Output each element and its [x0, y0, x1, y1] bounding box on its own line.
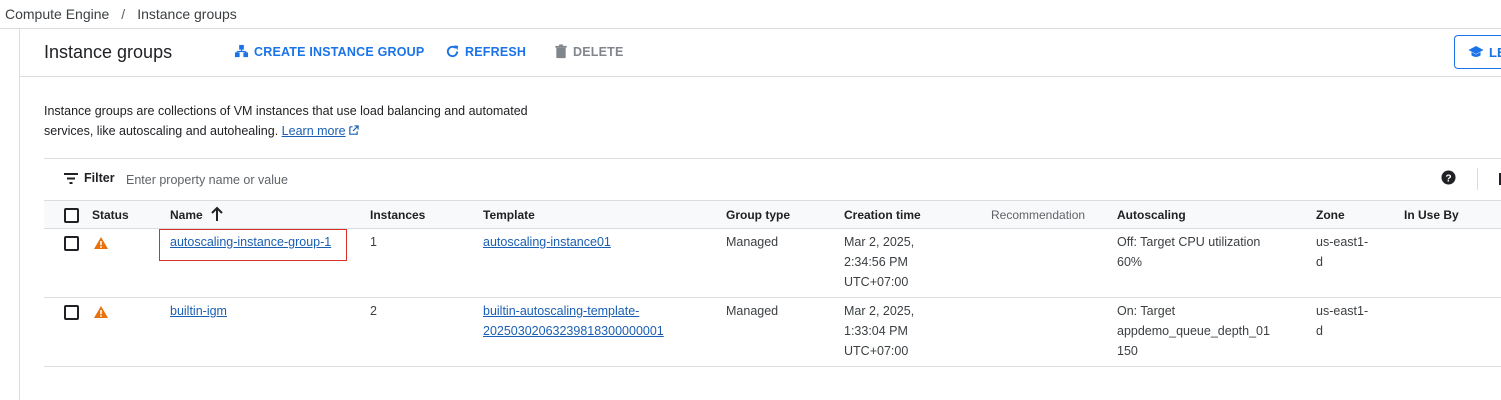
column-header-group-type[interactable]: Group type — [726, 208, 790, 222]
table-row: builtin-igm 2 builtin-autoscaling-templa… — [44, 298, 1501, 367]
breadcrumb-separator: / — [121, 6, 126, 22]
zone-line: us-east1- — [1316, 235, 1369, 249]
zone-line: d — [1316, 324, 1323, 338]
column-header-recommendation: Recommendation — [991, 208, 1086, 222]
breadcrumb: Compute Engine / Instance groups — [0, 0, 1501, 29]
column-header-in-use-by[interactable]: In Use By — [1404, 208, 1459, 222]
template-link[interactable]: builtin-autoscaling-template- — [483, 304, 639, 318]
autoscaling-status: Off: Target CPU utilization 60% — [1117, 232, 1260, 272]
creation-time-line: Mar 2, 2025, — [844, 235, 915, 249]
zone-line: d — [1316, 255, 1323, 269]
creation-time: Mar 2, 2025, 2:34:56 PM UTC+07:00 — [844, 232, 914, 292]
breadcrumb-compute-engine[interactable]: Compute Engine — [0, 6, 109, 22]
filter-divider — [1477, 168, 1478, 190]
row-checkbox[interactable] — [64, 236, 79, 251]
instance-group-icon — [234, 44, 249, 58]
help-icon[interactable]: ? — [1441, 170, 1456, 185]
column-header-autoscaling[interactable]: Autoscaling — [1117, 208, 1186, 222]
external-link-icon — [348, 125, 359, 135]
filter-label: Filter — [84, 171, 115, 185]
instance-group-name-link[interactable]: autoscaling-instance-group-1 — [170, 235, 331, 249]
refresh-icon — [446, 45, 459, 58]
row-checkbox[interactable] — [64, 305, 79, 320]
filter-icon — [64, 172, 78, 184]
autoscaling-line: 150 — [1117, 344, 1138, 358]
delete-button[interactable]: DELETE — [554, 44, 624, 59]
autoscaling-line: Off: Target CPU utilization — [1117, 235, 1261, 249]
trash-icon — [555, 44, 567, 59]
column-header-name[interactable]: Name — [170, 208, 203, 222]
table-row: autoscaling-instance-group-1 1 autoscali… — [44, 229, 1501, 298]
page-title: Instance groups — [44, 42, 173, 62]
zone: us-east1- d — [1316, 301, 1368, 341]
select-all-checkbox[interactable] — [64, 208, 79, 223]
autoscaling-status: On: Target appdemo_queue_depth_01 150 — [1117, 301, 1270, 361]
column-header-creation-time[interactable]: Creation time — [844, 208, 921, 222]
creation-time-line: 2:34:56 PM — [844, 255, 908, 269]
left-rail-divider — [19, 29, 20, 400]
warning-icon — [94, 306, 108, 318]
learn-button[interactable]: LE — [1454, 35, 1501, 69]
zone: us-east1- d — [1316, 232, 1368, 272]
school-icon — [1468, 46, 1484, 57]
warning-icon — [94, 237, 108, 249]
table-header: Status Name Instances Template Group typ… — [44, 200, 1501, 229]
filter-input[interactable] — [124, 169, 528, 191]
refresh-label: REFRESH — [465, 44, 527, 59]
creation-time: Mar 2, 2025, 1:33:04 PM UTC+07:00 — [844, 301, 914, 361]
action-bar: Instance groups CREATE INSTANCE GROUP RE… — [20, 29, 1501, 77]
column-header-instances[interactable]: Instances — [370, 208, 425, 222]
sort-ascending-icon[interactable] — [210, 206, 224, 222]
column-header-zone[interactable]: Zone — [1316, 208, 1345, 222]
description-line-2: services, like autoscaling and autoheali… — [44, 124, 279, 138]
learn-more-label: Learn more — [281, 124, 346, 138]
filter-bar: Filter ? — [44, 158, 1501, 200]
creation-time-line: UTC+07:00 — [844, 344, 909, 358]
template-link-continued[interactable]: 20250302063239818300000001 — [483, 324, 664, 338]
learn-label: LE — [1489, 44, 1501, 60]
description-line-2-wrap: services, like autoscaling and autoheali… — [44, 121, 584, 141]
column-header-template[interactable]: Template — [483, 208, 535, 222]
instances-count: 2 — [370, 304, 377, 318]
autoscaling-line: 60% — [1117, 255, 1143, 269]
breadcrumb-instance-groups: Instance groups — [137, 6, 237, 22]
svg-text:?: ? — [1445, 173, 1451, 184]
column-header-status[interactable]: Status — [92, 208, 129, 222]
page-description: Instance groups are collections of VM in… — [44, 101, 584, 141]
zone-line: us-east1- — [1316, 304, 1369, 318]
creation-time-line: 1:33:04 PM — [844, 324, 908, 338]
creation-time-line: Mar 2, 2025, — [844, 304, 915, 318]
creation-time-line: UTC+07:00 — [844, 275, 909, 289]
create-instance-group-button[interactable]: CREATE INSTANCE GROUP — [234, 44, 424, 59]
autoscaling-line: On: Target — [1117, 304, 1176, 318]
template-link[interactable]: autoscaling-instance01 — [483, 235, 611, 249]
delete-label: DELETE — [573, 44, 624, 59]
description-line-1: Instance groups are collections of VM in… — [44, 104, 528, 118]
instances-count: 1 — [370, 235, 377, 249]
group-type: Managed — [726, 304, 779, 318]
autoscaling-line: appdemo_queue_depth_01 — [1117, 324, 1270, 338]
refresh-button[interactable]: REFRESH — [445, 44, 526, 59]
instance-group-name-link[interactable]: builtin-igm — [170, 304, 227, 318]
create-instance-group-label: CREATE INSTANCE GROUP — [254, 44, 425, 59]
template-link-wrap: builtin-autoscaling-template- 2025030206… — [483, 301, 664, 341]
filter-button[interactable]: Filter — [64, 171, 115, 185]
learn-more-link[interactable]: Learn more — [282, 124, 359, 138]
group-type: Managed — [726, 235, 779, 249]
